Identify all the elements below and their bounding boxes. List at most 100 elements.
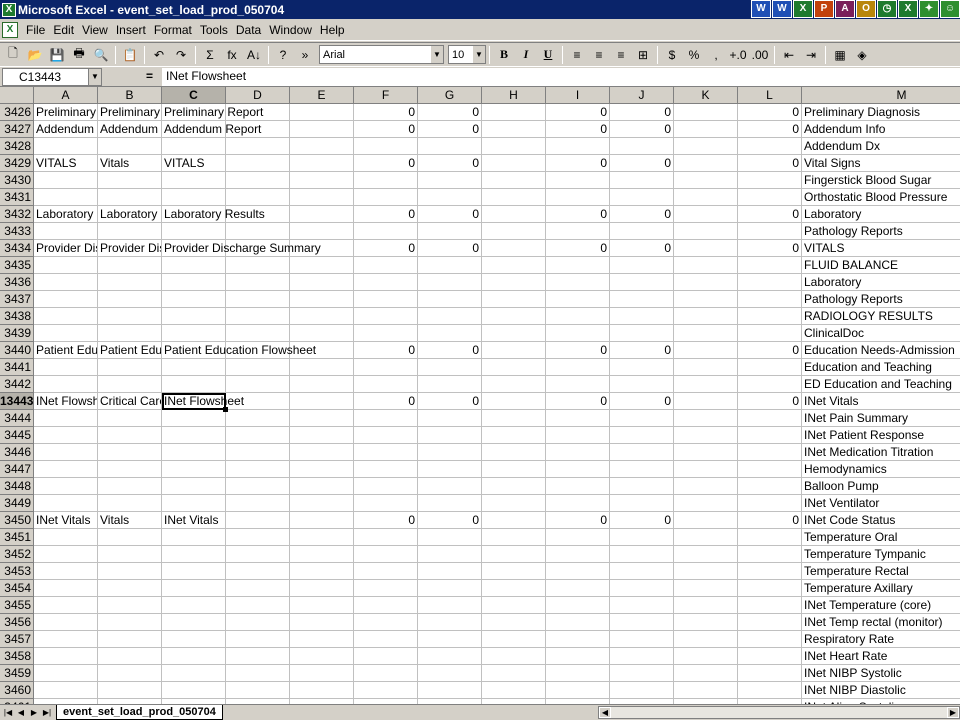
row-header[interactable]: 3459 bbox=[0, 665, 34, 682]
excel-doc-icon[interactable]: X bbox=[2, 21, 18, 38]
autosum-icon[interactable]: Σ bbox=[199, 44, 221, 66]
row-header[interactable]: 3448 bbox=[0, 478, 34, 495]
row-header[interactable]: 3433 bbox=[0, 223, 34, 240]
cell-a-13443[interactable]: INet Flowsheet bbox=[34, 393, 98, 410]
row-header[interactable]: 3458 bbox=[0, 648, 34, 665]
cell-a-3451[interactable] bbox=[34, 529, 98, 546]
cell-f-3459[interactable] bbox=[354, 665, 418, 682]
cell-j-3437[interactable] bbox=[610, 291, 674, 308]
cell-j-3445[interactable] bbox=[610, 427, 674, 444]
cell-e-3432[interactable] bbox=[290, 206, 354, 223]
column-header-e[interactable]: E bbox=[290, 87, 354, 104]
cell-h-3448[interactable] bbox=[482, 478, 546, 495]
cell-h-3433[interactable] bbox=[482, 223, 546, 240]
cell-e-3439[interactable] bbox=[290, 325, 354, 342]
cell-j-3457[interactable] bbox=[610, 631, 674, 648]
cell-e-3447[interactable] bbox=[290, 461, 354, 478]
cell-m-3451[interactable]: Temperature Oral bbox=[802, 529, 960, 546]
cell-d-3459[interactable] bbox=[226, 665, 290, 682]
cell-g-3439[interactable] bbox=[418, 325, 482, 342]
row-header[interactable]: 3434 bbox=[0, 240, 34, 257]
formula-equals-sign[interactable]: = bbox=[146, 69, 153, 83]
cell-h-3438[interactable] bbox=[482, 308, 546, 325]
cell-f-3455[interactable] bbox=[354, 597, 418, 614]
cell-i-3430[interactable] bbox=[546, 172, 610, 189]
cell-b-3429[interactable]: Vitals bbox=[98, 155, 162, 172]
font-name-select[interactable]: Arial ▼ bbox=[319, 45, 444, 64]
cell-g-3428[interactable] bbox=[418, 138, 482, 155]
align-right-icon[interactable]: ≡ bbox=[610, 44, 632, 66]
cell-l-3442[interactable] bbox=[738, 376, 802, 393]
cell-d-3451[interactable] bbox=[226, 529, 290, 546]
cell-i-3451[interactable] bbox=[546, 529, 610, 546]
cell-m-3435[interactable]: FLUID BALANCE bbox=[802, 257, 960, 274]
cell-g-3447[interactable] bbox=[418, 461, 482, 478]
cell-a-3441[interactable] bbox=[34, 359, 98, 376]
cell-a-3437[interactable] bbox=[34, 291, 98, 308]
cell-l-3457[interactable] bbox=[738, 631, 802, 648]
cell-b-3442[interactable] bbox=[98, 376, 162, 393]
app-icon-green[interactable]: ✦ bbox=[919, 0, 939, 18]
cell-l-3447[interactable] bbox=[738, 461, 802, 478]
cell-b-3460[interactable] bbox=[98, 682, 162, 699]
cell-l-3436[interactable] bbox=[738, 274, 802, 291]
increase-decimal-icon[interactable]: +.0 bbox=[727, 44, 749, 66]
cell-g-3446[interactable] bbox=[418, 444, 482, 461]
cell-g-3453[interactable] bbox=[418, 563, 482, 580]
cell-l-3431[interactable] bbox=[738, 189, 802, 206]
cell-e-3426[interactable] bbox=[290, 104, 354, 121]
cell-g-3436[interactable] bbox=[418, 274, 482, 291]
cell-b-3448[interactable] bbox=[98, 478, 162, 495]
cell-a-3428[interactable] bbox=[34, 138, 98, 155]
cell-h-3429[interactable] bbox=[482, 155, 546, 172]
cell-k-3455[interactable] bbox=[674, 597, 738, 614]
cell-l-3434[interactable]: 0 bbox=[738, 240, 802, 257]
cell-l-3445[interactable] bbox=[738, 427, 802, 444]
cell-l-3456[interactable] bbox=[738, 614, 802, 631]
cell-c-3444[interactable] bbox=[162, 410, 226, 427]
cell-e-3456[interactable] bbox=[290, 614, 354, 631]
cell-c-3438[interactable] bbox=[162, 308, 226, 325]
cell-b-3452[interactable] bbox=[98, 546, 162, 563]
cell-m-3427[interactable]: Addendum Info bbox=[802, 121, 960, 138]
cell-i-3447[interactable] bbox=[546, 461, 610, 478]
cell-e-3444[interactable] bbox=[290, 410, 354, 427]
fill-color-icon[interactable]: ◈ bbox=[851, 44, 873, 66]
cell-g-3449[interactable] bbox=[418, 495, 482, 512]
paste-icon[interactable]: 📋 bbox=[119, 44, 141, 66]
cell-a-3434[interactable]: Provider Discharge Summary bbox=[34, 240, 98, 257]
cell-k-3452[interactable] bbox=[674, 546, 738, 563]
cell-b-3444[interactable] bbox=[98, 410, 162, 427]
cell-k-3458[interactable] bbox=[674, 648, 738, 665]
cell-c-3456[interactable] bbox=[162, 614, 226, 631]
cell-d-3455[interactable] bbox=[226, 597, 290, 614]
cell-b-3431[interactable] bbox=[98, 189, 162, 206]
cell-i-3438[interactable] bbox=[546, 308, 610, 325]
excel-sheet-icon[interactable]: X bbox=[898, 0, 918, 18]
cell-i-3460[interactable] bbox=[546, 682, 610, 699]
cell-f-3442[interactable] bbox=[354, 376, 418, 393]
cell-j-3458[interactable] bbox=[610, 648, 674, 665]
cell-k-3427[interactable] bbox=[674, 121, 738, 138]
cell-l-3454[interactable] bbox=[738, 580, 802, 597]
cell-e-13443[interactable] bbox=[290, 393, 354, 410]
cell-m-3438[interactable]: RADIOLOGY RESULTS bbox=[802, 308, 960, 325]
cell-g-3429[interactable]: 0 bbox=[418, 155, 482, 172]
cell-m-3448[interactable]: Balloon Pump bbox=[802, 478, 960, 495]
cell-i-13443[interactable]: 0 bbox=[546, 393, 610, 410]
prev-sheet-icon[interactable]: ◀ bbox=[15, 706, 27, 719]
chevron-down-icon[interactable]: ▼ bbox=[88, 69, 101, 85]
cell-j-3450[interactable]: 0 bbox=[610, 512, 674, 529]
cell-k-3433[interactable] bbox=[674, 223, 738, 240]
cell-l-3452[interactable] bbox=[738, 546, 802, 563]
cell-k-3457[interactable] bbox=[674, 631, 738, 648]
chevron-down-icon[interactable]: ▼ bbox=[430, 46, 443, 63]
outlook-icon[interactable]: O bbox=[856, 0, 876, 18]
row-header[interactable]: 3439 bbox=[0, 325, 34, 342]
cell-i-3444[interactable] bbox=[546, 410, 610, 427]
row-header[interactable]: 3457 bbox=[0, 631, 34, 648]
row-header[interactable]: 3428 bbox=[0, 138, 34, 155]
cell-g-3427[interactable]: 0 bbox=[418, 121, 482, 138]
cell-l-3433[interactable] bbox=[738, 223, 802, 240]
cell-d-3428[interactable] bbox=[226, 138, 290, 155]
